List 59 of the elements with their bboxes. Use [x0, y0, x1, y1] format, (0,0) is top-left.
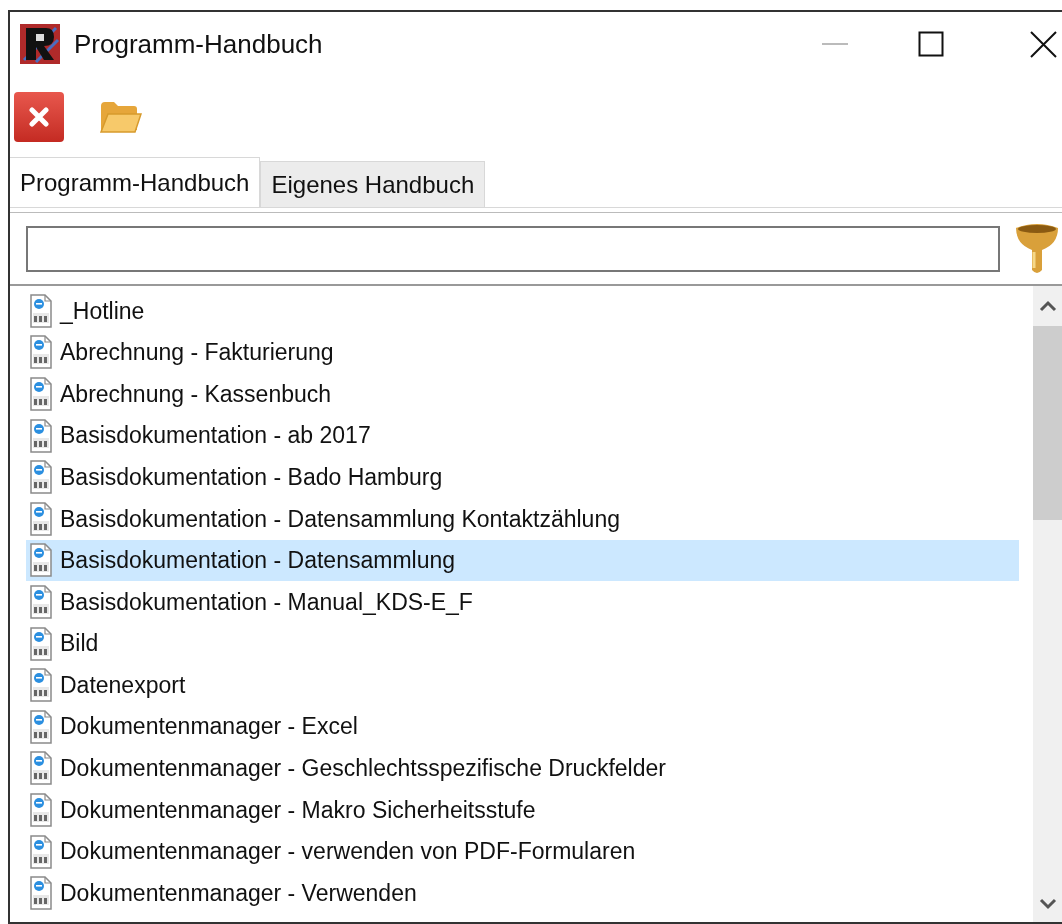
document-name: Dokumentenmanager - Geschlechtsspezifische Druckfelder [60, 754, 666, 784]
pdf-file-icon [30, 709, 52, 744]
document-list-item[interactable]: Dokumentenmanager - Makro Sicherheitsstufe [26, 789, 1019, 831]
document-list-item[interactable]: Dokumentenmanager - Verwenden [26, 872, 1019, 914]
scrollbar[interactable] [1033, 286, 1062, 922]
document-name: Basisdokumentation - ab 2017 [60, 421, 371, 451]
pdf-file-icon [30, 293, 52, 328]
document-list-item[interactable]: Abrechnung - Kassenbuch [26, 373, 1019, 415]
pdf-file-icon [30, 377, 52, 411]
pdf-file-icon [30, 460, 52, 495]
pdf-file-icon [30, 876, 52, 911]
document-list-item[interactable]: Basisdokumentation - Datensammlung [26, 539, 1019, 582]
document-name: Datenexport [60, 670, 186, 700]
tab[interactable]: Eigenes Handbuch [260, 161, 486, 207]
pdf-file-icon [30, 418, 52, 453]
funnel-icon[interactable] [1014, 221, 1060, 276]
document-name: Dokumentenmanager - Verwenden [60, 878, 417, 908]
document-list-item[interactable]: Dokumentenmanager - verwenden von PDF-Formularen [26, 830, 1019, 873]
document-name: Basisdokumentation - Manual_KDS-E_F [60, 587, 473, 617]
pdf-file-icon [30, 751, 52, 786]
document-list-item[interactable]: Basisdokumentation - ab 2017 [26, 414, 1019, 457]
pdf-file-icon [30, 335, 52, 370]
document-name: Basisdokumentation - Datensammlung Kontaktzählung [60, 504, 620, 534]
pdf-file-icon [30, 668, 52, 703]
app-logo-icon [20, 24, 60, 64]
document-list-item[interactable]: Bild [26, 622, 1019, 665]
x-icon [29, 107, 49, 127]
document-list-item[interactable]: Basisdokumentation - Manual_KDS-E_F [26, 581, 1019, 623]
pdf-file-icon [30, 501, 52, 536]
pdf-file-icon [30, 584, 52, 619]
document-list-item[interactable]: Dokumentenmanager - Geschlechtsspezifische Druckfelder [26, 747, 1019, 790]
document-name: _Hotline [60, 296, 145, 326]
pdf-file-icon [30, 834, 52, 869]
filter-field[interactable] [26, 225, 1000, 272]
document-list-item[interactable]: Basisdokumentation - Datensammlung Kontaktzählung [26, 497, 1019, 540]
pdf-file-icon [30, 543, 52, 578]
scroll-up-icon[interactable] [1038, 300, 1057, 312]
document-name: Abrechnung - Kassenbuch [60, 379, 332, 409]
document-list-item[interactable]: _Hotline [26, 290, 1019, 332]
scrollbar-thumb[interactable] [1033, 326, 1062, 520]
scroll-down-icon[interactable] [1038, 898, 1057, 910]
close-document-button[interactable] [14, 92, 64, 142]
document-name: Abrechnung - Fakturierung [60, 338, 334, 368]
close-icon[interactable] [1030, 30, 1057, 58]
document-list-item[interactable]: Abrechnung - Fakturierung [26, 331, 1019, 374]
document-name: Bild [60, 629, 99, 659]
document-name: Dokumentenmanager - Makro Sicherheitsstufe [60, 795, 536, 825]
document-name: Dokumentenmanager - verwenden von PDF-Formularen [60, 837, 636, 867]
document-name: Dokumentenmanager - Excel [60, 712, 358, 742]
document-name: Basisdokumentation - Datensammlung [60, 546, 456, 576]
pdf-file-icon [30, 626, 52, 661]
pdf-file-icon [30, 792, 52, 827]
document-list-item[interactable]: Basisdokumentation - Bado Hamburg [26, 456, 1019, 498]
document-list-item[interactable]: Datenexport [26, 664, 1019, 706]
document-name: Basisdokumentation - Bado Hamburg [60, 462, 443, 492]
maximize-icon[interactable] [918, 31, 944, 57]
tab[interactable]: Programm-Handbuch [10, 157, 261, 207]
document-list-item[interactable]: Dokumentenmanager - Excel [26, 705, 1019, 748]
window-title: Programm-Handbuch [74, 27, 323, 61]
